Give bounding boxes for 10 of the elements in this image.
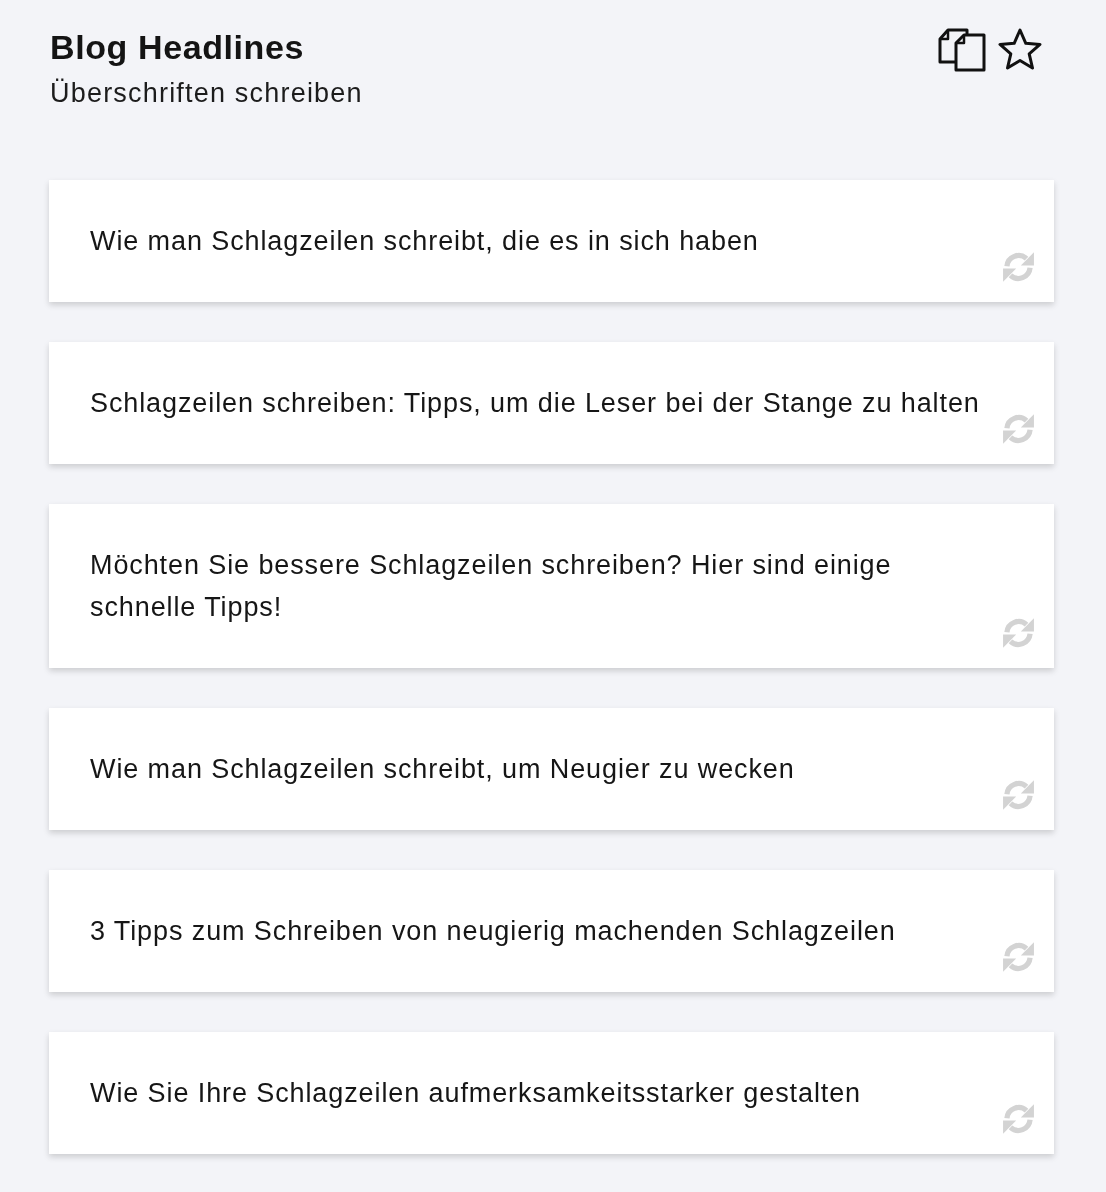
headline-text: Wie Sie Ihre Schlagzeilen aufmerksamkeitsstarker gestalten — [90, 1077, 862, 1110]
headline-text: Wie man Schlagzeilen schreibt, die es in sich haben — [90, 225, 760, 258]
page-subtitle: Überschriften schreiben — [50, 77, 363, 109]
page-title: Blog Headlines — [50, 27, 305, 67]
headline-text: Wie man Schlagzeilen schreibt, um Neugier zu wecken — [90, 753, 796, 786]
copy-icon[interactable] — [938, 28, 986, 72]
headline-text: Möchten Sie bessere Schlagzeilen schreiben? Hier sind einige schnelle Tipps! — [90, 549, 893, 624]
star-icon[interactable] — [998, 28, 1042, 70]
headline-text: 3 Tipps zum Schreiben von neugierig machenden Schlagzeilen — [90, 915, 897, 948]
headline-text: Schlagzeilen schreiben: Tipps, um die Leser bei der Stange zu halten — [90, 387, 981, 420]
